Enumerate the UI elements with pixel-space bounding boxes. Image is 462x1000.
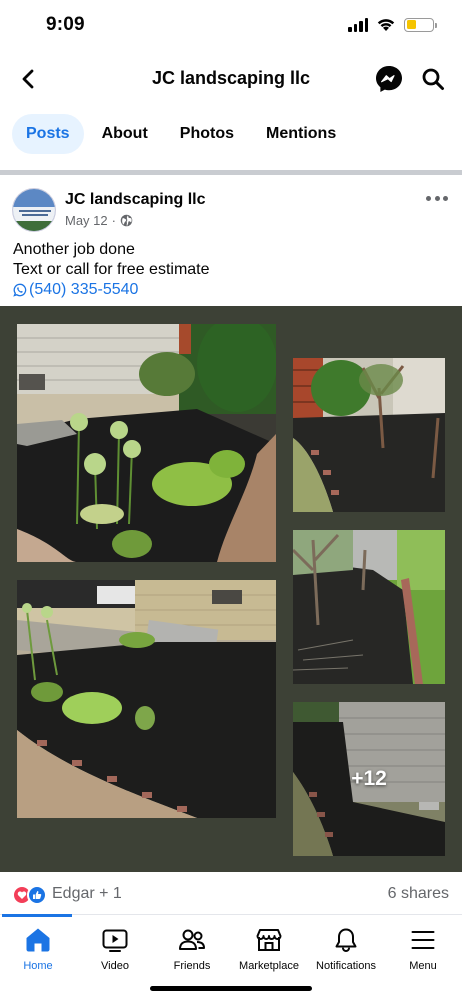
post-text-line: Text or call for free estimate (13, 261, 210, 278)
nav-label: Friends (173, 960, 211, 972)
nav-label: Marketplace (239, 960, 299, 972)
post-options-button[interactable] (426, 192, 448, 204)
search-icon (422, 68, 444, 90)
like-reaction-icon (27, 885, 47, 905)
status-icons (348, 17, 437, 32)
home-indicator (150, 986, 312, 991)
nav-label: Home (23, 960, 53, 972)
shares-count[interactable]: 6 shares (388, 885, 449, 903)
nav-menu[interactable]: Menu (383, 925, 462, 972)
globe-icon (120, 214, 133, 227)
more-photos-count: +12 (351, 767, 387, 790)
nav-label: Notifications (316, 960, 376, 972)
post-author[interactable]: JC landscaping llc (65, 191, 205, 209)
nav-marketplace[interactable]: Marketplace (229, 925, 309, 972)
battery-icon (404, 17, 437, 32)
dot-icon (426, 195, 431, 201)
nav-home[interactable]: Home (0, 925, 78, 972)
post-header: JC landscaping llc May 12 · (0, 182, 462, 240)
phone-number: (540) 335-5540 (29, 281, 139, 298)
search-button[interactable] (418, 64, 448, 94)
avatar[interactable] (12, 188, 56, 232)
post-photo[interactable] (293, 358, 445, 512)
post-text-line: Another job done (13, 241, 135, 258)
whatsapp-icon (13, 283, 27, 297)
post-date[interactable]: May 12 (65, 213, 108, 228)
phone-link[interactable]: (540) 335-5540 (13, 280, 210, 300)
marketplace-icon (229, 925, 309, 955)
meta-separator: · (111, 213, 116, 228)
page-tabs: Posts About Photos Mentions (12, 114, 350, 154)
tab-photos[interactable]: Photos (166, 114, 248, 154)
photo-grid: +12 (0, 306, 462, 872)
nav-active-indicator (2, 914, 72, 917)
nav-label: Video (101, 960, 129, 972)
post-meta: May 12 · (65, 213, 133, 228)
messenger-button[interactable] (374, 64, 404, 94)
tab-about[interactable]: About (88, 114, 162, 154)
section-divider (0, 170, 462, 175)
post-text: Another job done Text or call for free e… (13, 240, 210, 300)
reactions-row: Edgar + 1 6 shares (0, 880, 462, 910)
friends-icon (152, 925, 232, 955)
wifi-icon (377, 19, 395, 31)
home-icon (0, 925, 78, 955)
nav-label: Menu (409, 960, 437, 972)
video-icon (75, 925, 155, 955)
reaction-names[interactable]: Edgar + 1 (52, 885, 122, 903)
page-header: JC landscaping llc (0, 56, 462, 102)
post-photo[interactable] (293, 530, 445, 684)
messenger-icon (376, 66, 402, 92)
status-bar: 9:09 (0, 0, 462, 52)
nav-friends[interactable]: Friends (152, 925, 232, 972)
post-photo[interactable] (17, 580, 276, 818)
post-photo-more[interactable]: +12 (293, 702, 445, 856)
dot-icon (443, 195, 448, 201)
post-photo[interactable] (17, 324, 276, 562)
bell-icon (306, 925, 386, 955)
dot-icon (434, 195, 440, 201)
reaction-icons[interactable] (12, 885, 47, 905)
status-time: 9:09 (46, 14, 85, 35)
tab-mentions[interactable]: Mentions (252, 114, 350, 154)
tab-posts[interactable]: Posts (12, 114, 84, 154)
menu-icon (383, 925, 462, 955)
nav-notifications[interactable]: Notifications (306, 925, 386, 972)
nav-video[interactable]: Video (75, 925, 155, 972)
cellular-signal-icon (348, 17, 368, 32)
